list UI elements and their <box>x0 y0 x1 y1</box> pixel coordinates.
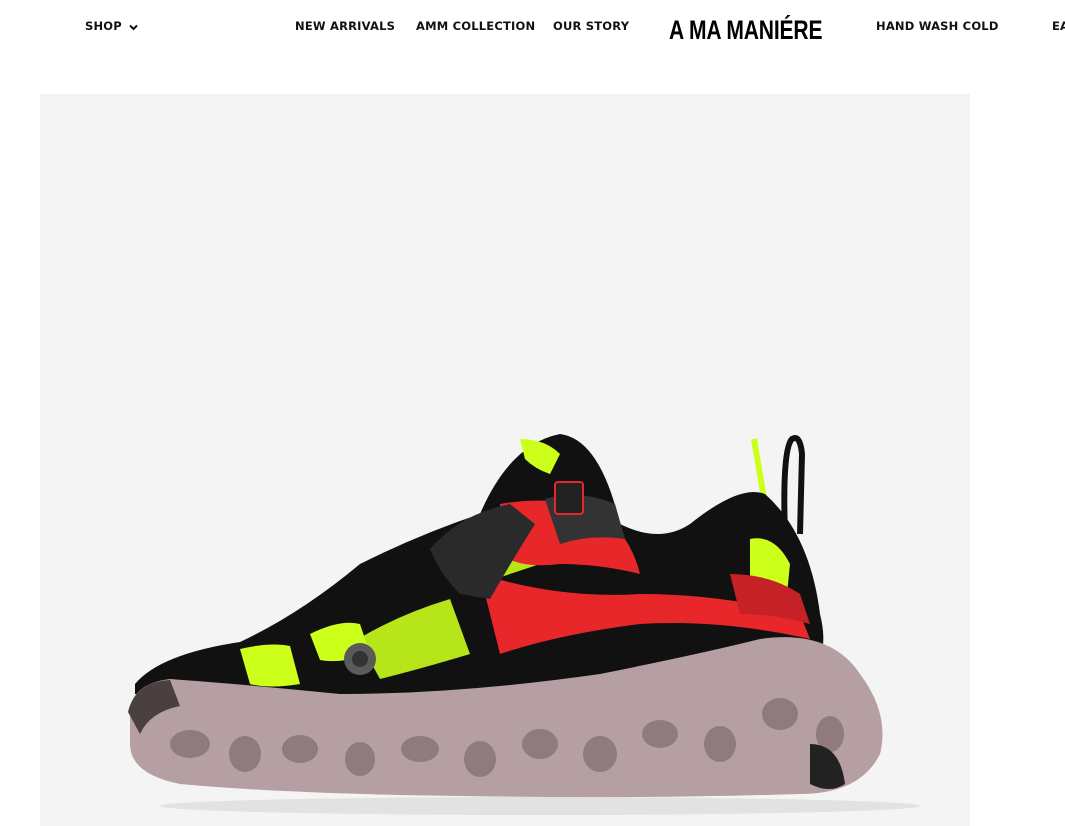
nav-amm-collection[interactable]: AMM COLLECTION <box>416 19 535 33</box>
nav-shop-label: SHOP <box>85 19 122 33</box>
sneaker-illustration <box>128 434 920 815</box>
nav-our-story[interactable]: OUR STORY <box>553 19 629 33</box>
nav-truncated-item[interactable]: EA <box>1052 19 1065 33</box>
nav-shop[interactable]: SHOP <box>85 19 138 34</box>
product-image[interactable] <box>40 94 970 826</box>
nav-new-arrivals[interactable]: NEW ARRIVALS <box>295 19 395 33</box>
header-nav: SHOP NEW ARRIVALS AMM COLLECTION OUR STO… <box>0 0 1065 56</box>
page: SHOP NEW ARRIVALS AMM COLLECTION OUR STO… <box>0 0 1065 826</box>
brand-logo[interactable]: A MA MANIÉRE <box>669 10 822 50</box>
nav-hand-wash-cold[interactable]: HAND WASH COLD <box>876 19 999 33</box>
chevron-down-icon <box>129 20 138 34</box>
